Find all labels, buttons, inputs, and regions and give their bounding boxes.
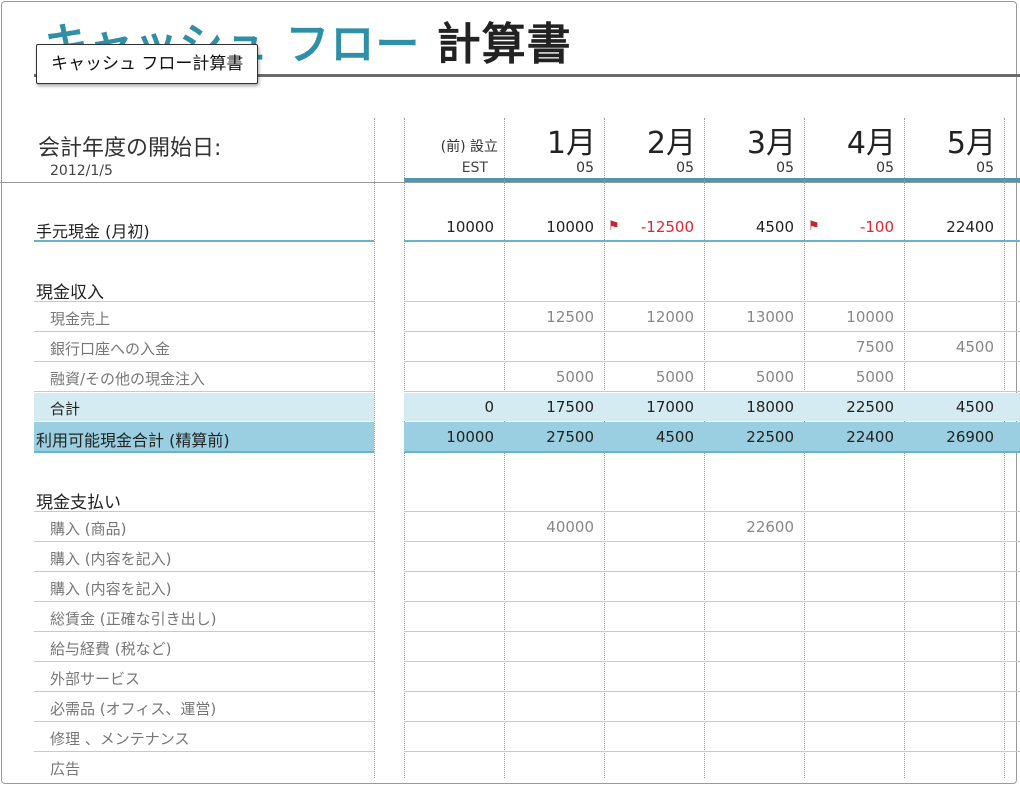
available-cash-cell[interactable]: 10000 <box>404 428 494 446</box>
row-line <box>404 541 1020 542</box>
receipt-row-cell[interactable]: 13000 <box>704 308 794 326</box>
fiscal-year-label: 会計年度の開始日: <box>38 136 222 161</box>
payment-row-label: 給与経費 (税など) <box>50 640 172 658</box>
payment-row-label: 広告 <box>50 760 81 778</box>
available-cash-cell[interactable]: 22500 <box>704 428 794 446</box>
payment-row-label: 購入 (内容を記入) <box>50 580 172 598</box>
receipt-row-label: 現金売上 <box>50 310 111 328</box>
flag-icon: ⚑ <box>608 219 620 234</box>
available-cash-underline <box>34 451 374 453</box>
row-line <box>34 511 374 512</box>
flag-icon: ⚑ <box>808 219 820 234</box>
payment-row-label: 修理 、メンテナンス <box>50 730 190 748</box>
cash-on-hand-cell[interactable]: 10000 <box>404 218 494 236</box>
row-line <box>34 751 374 752</box>
row-line <box>404 571 1020 572</box>
row-line <box>34 541 374 542</box>
row-line <box>404 391 1020 392</box>
header-year-3: 05 <box>776 160 794 176</box>
row-line <box>404 631 1020 632</box>
header-year-5: 05 <box>976 160 994 176</box>
receipt-row-cell[interactable]: 5000 <box>604 368 694 386</box>
receipt-row-cell[interactable]: 4500 <box>904 338 994 356</box>
available-cash-cell[interactable]: 4500 <box>604 428 694 446</box>
cash-on-hand-underline-values <box>404 240 1020 242</box>
row-line <box>404 601 1020 602</box>
header-month-1: 1月 <box>546 126 596 161</box>
receipts-total-cell[interactable]: 18000 <box>704 398 794 416</box>
row-line <box>34 301 374 302</box>
row-line <box>404 361 1020 362</box>
available-cash-cell[interactable]: 27500 <box>504 428 594 446</box>
row-line <box>34 691 374 692</box>
payment-row-label: 購入 (内容を記入) <box>50 550 172 568</box>
receipts-total-cell[interactable]: 4500 <box>904 398 994 416</box>
available-cash-cell[interactable]: 26900 <box>904 428 994 446</box>
header-month-2: 2月 <box>646 126 696 161</box>
receipt-row-cell[interactable]: 5000 <box>804 368 894 386</box>
row-line <box>34 361 374 362</box>
receipts-total-cell[interactable]: 17000 <box>604 398 694 416</box>
receipt-row-label: 銀行口座への入金 <box>50 340 171 358</box>
row-line <box>404 331 1020 332</box>
payment-row-label: 総賃金 (正確な引き出し) <box>50 610 217 628</box>
row-line <box>34 391 374 392</box>
header-rule <box>0 182 1020 183</box>
receipt-row-cell[interactable]: 12000 <box>604 308 694 326</box>
receipt-row-label: 融資/その他の現金注入 <box>50 370 206 388</box>
row-line <box>34 721 374 722</box>
receipt-row-cell[interactable]: 5000 <box>504 368 594 386</box>
row-line <box>34 661 374 662</box>
available-cash-underline-values <box>404 451 1020 453</box>
payment-row-cell[interactable]: 40000 <box>504 518 594 536</box>
header-year-2: 05 <box>676 160 694 176</box>
header-month-5: 5月 <box>946 126 996 161</box>
receipt-row-cell[interactable]: 10000 <box>804 308 894 326</box>
payment-row-cell[interactable]: 22600 <box>704 518 794 536</box>
receipt-row-cell[interactable]: 12500 <box>504 308 594 326</box>
row-line <box>34 631 374 632</box>
header-month-3: 3月 <box>746 126 796 161</box>
row-line <box>404 751 1020 752</box>
row-line <box>404 721 1020 722</box>
receipts-total-label: 合計 <box>50 400 81 418</box>
fiscal-year-date[interactable]: 2012/1/5 <box>50 163 113 179</box>
header-month-4: 4月 <box>846 126 896 161</box>
header-start-sub: EST <box>461 160 488 176</box>
cash-on-hand-cell[interactable]: 10000 <box>504 218 594 236</box>
title-tooltip: キャッシュ フロー計算書 <box>36 44 259 84</box>
row-line <box>404 301 1020 302</box>
row-line <box>404 661 1020 662</box>
cash-on-hand-label: 手元現金 (月初) <box>36 222 150 241</box>
receipts-total-cell[interactable]: 0 <box>404 398 494 416</box>
receipts-header: 現金収入 <box>36 283 104 303</box>
row-line <box>404 691 1020 692</box>
row-line <box>404 511 1020 512</box>
title-part-2: 計算書 <box>436 19 572 70</box>
payment-row-label: 外部サービス <box>50 670 141 688</box>
available-cash-label: 利用可能現金合計 (精算前) <box>36 431 230 450</box>
available-cash-cell[interactable]: 22400 <box>804 428 894 446</box>
header-year-1: 05 <box>576 160 594 176</box>
cash-on-hand-underline <box>34 240 374 242</box>
payments-header: 現金支払い <box>36 493 121 513</box>
receipt-row-cell[interactable]: 5000 <box>704 368 794 386</box>
receipts-total-cell[interactable]: 17500 <box>504 398 594 416</box>
header-year-4: 05 <box>876 160 894 176</box>
header-start-label: (前) 設立 <box>440 139 498 155</box>
cash-on-hand-cell[interactable]: 22400 <box>904 218 994 236</box>
cash-on-hand-cell[interactable]: 4500 <box>704 218 794 236</box>
header-accent-rule <box>404 178 1020 182</box>
row-line <box>34 601 374 602</box>
receipts-total-cell[interactable]: 22500 <box>804 398 894 416</box>
receipt-row-cell[interactable]: 7500 <box>804 338 894 356</box>
row-line <box>34 571 374 572</box>
payment-row-label: 必需品 (オフィス、運営) <box>50 700 217 718</box>
row-line <box>34 331 374 332</box>
payment-row-label: 購入 (商品) <box>50 520 127 538</box>
